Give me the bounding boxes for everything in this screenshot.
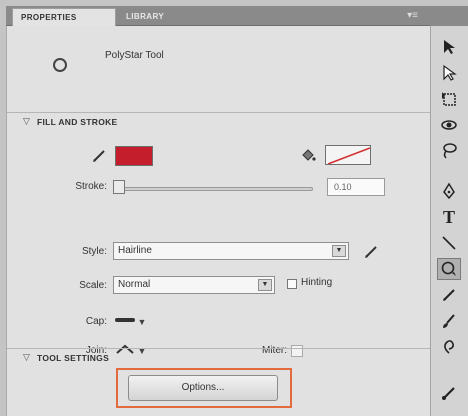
text-icon[interactable]: T (437, 206, 461, 228)
style-select[interactable]: Hairline ▼ (113, 242, 349, 260)
section-title: FILL AND STROKE (37, 117, 118, 127)
bone-icon[interactable] (437, 382, 461, 404)
collapse-caret-icon[interactable]: ▽ (23, 116, 30, 127)
cap-dropdown[interactable]: ▼ (115, 315, 146, 327)
tab-properties[interactable]: PROPERTIES (12, 8, 116, 26)
properties-panel: PolyStar Tool ▽ FILL AND STROKE Stroke: … (6, 26, 431, 416)
paint-bucket-icon (302, 149, 316, 161)
style-label: Style: (81, 246, 107, 257)
polystar-icon[interactable] (437, 258, 461, 280)
toolbox-header (430, 6, 468, 26)
section-fill-and-stroke[interactable]: ▽ FILL AND STROKE (7, 112, 431, 132)
scale-select-value: Normal (118, 279, 151, 290)
tool-name: PolyStar Tool (105, 50, 164, 61)
cap-label: Cap: (85, 316, 107, 327)
cap-style-icon (115, 318, 135, 322)
free-transform-icon[interactable] (437, 88, 461, 110)
stroke-slider-thumb[interactable] (113, 180, 125, 194)
fill-color-swatch[interactable] (115, 146, 153, 166)
stroke-width-input[interactable]: 0.10 (327, 178, 385, 196)
brush-icon[interactable] (437, 310, 461, 332)
section-title: TOOL SETTINGS (37, 353, 110, 363)
scale-label: Scale: (79, 280, 107, 291)
tool-info-row: PolyStar Tool (7, 32, 431, 92)
pen-icon[interactable] (437, 180, 461, 202)
deco-icon[interactable] (437, 336, 461, 358)
style-select-value: Hairline (118, 245, 152, 256)
toolbox: T (430, 26, 468, 416)
chevron-down-icon: ▼ (258, 279, 272, 291)
chevron-down-icon: ▼ (332, 245, 346, 257)
section-tool-settings[interactable]: ▽ TOOL SETTINGS (7, 348, 431, 368)
lasso-icon[interactable] (437, 140, 461, 162)
hinting-label: Hinting (301, 277, 333, 288)
subselect-icon[interactable] (437, 62, 461, 84)
panel-menu-icon[interactable]: ▾≡ (407, 8, 418, 24)
edit-stroke-style-icon[interactable] (363, 244, 379, 260)
chevron-down-icon: ▼ (137, 317, 147, 327)
stroke-color-swatch[interactable] (325, 145, 371, 165)
hinting-checkbox[interactable] (287, 279, 297, 289)
panel-tab-bar: PROPERTIES LIBRARY ▾≡ (6, 6, 430, 26)
app-window: PROPERTIES LIBRARY ▾≡ PolyStar Tool ▽ FI… (0, 0, 468, 416)
line-icon[interactable] (437, 232, 461, 254)
polystar-circle-icon (53, 58, 67, 72)
options-button[interactable]: Options... (128, 375, 278, 401)
collapse-caret-icon[interactable]: ▽ (23, 352, 30, 363)
3d-rotation-icon[interactable] (437, 114, 461, 136)
pencil-icon[interactable] (437, 284, 461, 306)
scale-select[interactable]: Normal ▼ (113, 276, 275, 294)
stroke-slider-track[interactable] (117, 187, 313, 191)
stroke-label: Stroke: (75, 181, 107, 192)
arrow-select-icon[interactable] (437, 36, 461, 58)
tab-library[interactable]: LIBRARY (118, 8, 194, 26)
stroke-color-pencil-icon (93, 150, 105, 162)
